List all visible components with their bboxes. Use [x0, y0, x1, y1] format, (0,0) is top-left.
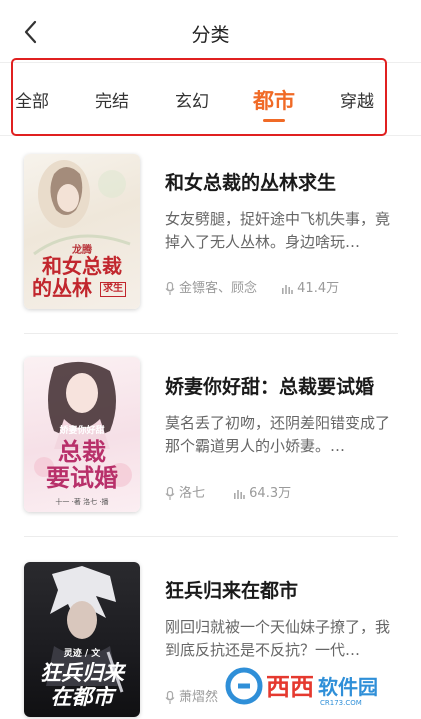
microphone-icon: [165, 690, 175, 704]
category-tabs: 全部 完结 玄幻 都市 穿越: [0, 62, 421, 136]
book-cover[interactable]: 娇妻你好甜 总裁 要试婚 十一 ·著 洛七 ·播: [24, 357, 140, 512]
cover-top-text: 娇妻你好甜: [59, 426, 105, 436]
cover-footer: 十一 ·著 洛七 ·播: [55, 498, 109, 506]
bar-chart-icon: [234, 489, 245, 499]
cover-tag: 求生: [100, 282, 126, 297]
app-header: 分类: [0, 0, 421, 62]
divider: [24, 333, 398, 334]
cover-title-line1: 狂兵归来: [40, 660, 124, 685]
tab-urban[interactable]: 都市: [253, 85, 295, 115]
book-meta: 萧熠然: [165, 686, 218, 705]
bar-chart-icon: [282, 284, 293, 294]
book-title[interactable]: 娇妻你好甜：总裁要试婚: [165, 372, 374, 399]
book-description: 莫名丢了初吻，还阴差阳错变成了那个霸道男人的小娇妻。…: [165, 414, 391, 455]
page-title: 分类: [191, 24, 230, 46]
active-tab-indicator: [263, 119, 285, 122]
microphone-icon: [165, 486, 175, 500]
tab-time-travel[interactable]: 穿越: [340, 87, 374, 112]
tab-all[interactable]: 全部: [15, 87, 49, 112]
book-description: 刚回归就被一个天仙妹子撩了，我到底反抗还是不反抗？一代…: [165, 618, 391, 659]
book-narrators: 金镖客、顾念: [179, 281, 258, 296]
cover-title-line2: 在都市: [50, 684, 114, 709]
book-meta: 洛七 64.3万: [165, 482, 291, 501]
svg-text:软件园: 软件园: [318, 675, 378, 699]
cover-title-line1: 和女总裁: [42, 254, 122, 278]
book-title[interactable]: 狂兵归来在都市: [165, 576, 298, 603]
tab-finished[interactable]: 完结: [95, 87, 129, 112]
book-narrators: 洛七: [179, 486, 206, 501]
microphone-icon: [165, 281, 175, 295]
svg-text:西西: 西西: [266, 673, 314, 701]
book-title[interactable]: 和女总裁的丛林求生: [165, 168, 336, 195]
svg-text:CR173.COM: CR173.COM: [320, 699, 362, 707]
book-narrators: 萧熠然: [179, 690, 219, 705]
book-plays: 64.3万: [249, 486, 292, 501]
watermark-logo: 西西 软件园 CR173.COM: [224, 664, 402, 708]
cover-small-text: 灵迹 / 文: [63, 649, 101, 659]
tab-fantasy[interactable]: 玄幻: [175, 87, 209, 112]
book-description: 女友劈腿，捉奸途中飞机失事，竟掉入了无人丛林。身边啥玩…: [165, 210, 391, 251]
book-cover[interactable]: 龙腾 和女总裁 的丛林 求生: [24, 154, 140, 309]
cover-title-line2: 要试婚: [46, 463, 118, 492]
cover-title-line1: 总裁: [58, 437, 106, 466]
divider: [24, 536, 398, 537]
book-plays: 41.4万: [297, 281, 340, 296]
book-cover[interactable]: 灵迹 / 文 狂兵归来 在都市: [24, 562, 140, 717]
cover-title-line2: 的丛林: [32, 276, 92, 300]
book-meta: 金镖客、顾念 41.4万: [165, 277, 339, 296]
